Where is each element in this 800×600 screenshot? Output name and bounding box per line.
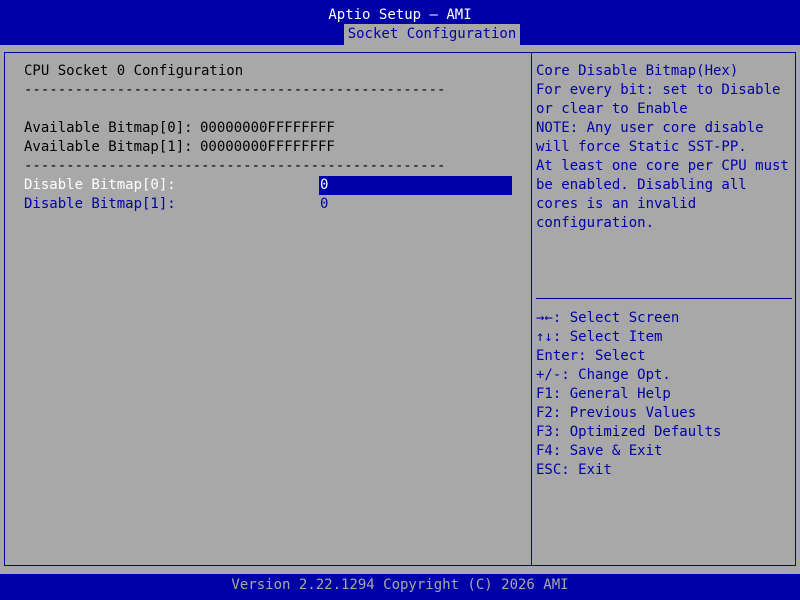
key-optimized-defaults: F3: Optimized Defaults bbox=[536, 424, 722, 440]
available-bitmap-0-value: 00000000FFFFFFFF bbox=[200, 120, 335, 136]
help-line-1: Core Disable Bitmap(Hex) bbox=[536, 63, 739, 79]
key-previous-values: F2: Previous Values bbox=[536, 405, 697, 421]
footer-bar: Version 2.22.1294 Copyright (C) 2026 AMI bbox=[0, 574, 800, 600]
header-bar: Aptio Setup – AMI Socket Configuration bbox=[0, 0, 800, 45]
help-line-6: At least one core per CPU must bbox=[536, 158, 789, 174]
key-select-screen: →←: Select Screen bbox=[536, 310, 680, 326]
separator-top: ----------------------------------------… bbox=[24, 82, 446, 98]
help-line-2: For every bit: set to Disable bbox=[536, 82, 781, 98]
key-general-help: F1: General Help bbox=[536, 386, 671, 402]
available-bitmap-1-label: Available Bitmap[1]: bbox=[24, 139, 193, 155]
available-bitmap-1-value: 00000000FFFFFFFF bbox=[200, 139, 335, 155]
disable-bitmap-0-label[interactable]: Disable Bitmap[0]: bbox=[24, 176, 176, 195]
disable-bitmap-1-value[interactable]: 0 bbox=[320, 195, 328, 214]
key-save-exit: F4: Save & Exit bbox=[536, 443, 663, 459]
panel-divider bbox=[531, 52, 532, 566]
app-title: Aptio Setup – AMI bbox=[328, 7, 472, 23]
help-line-9: configuration. bbox=[536, 215, 655, 231]
disable-bitmap-1-label[interactable]: Disable Bitmap[1]: bbox=[24, 195, 176, 214]
key-enter-select: Enter: Select bbox=[536, 348, 646, 364]
footer-version: Version 2.22.1294 Copyright (C) 2026 AMI bbox=[231, 577, 569, 593]
tab-socket-configuration[interactable]: Socket Configuration bbox=[344, 24, 520, 45]
help-divider bbox=[536, 298, 792, 299]
help-line-8: cores is an invalid bbox=[536, 196, 697, 212]
available-bitmap-0-label: Available Bitmap[0]: bbox=[24, 120, 193, 136]
help-line-7: be enabled. Disabling all bbox=[536, 177, 747, 193]
disable-bitmap-0-field[interactable]: 0 bbox=[319, 176, 512, 195]
bios-setup-screen: Aptio Setup – AMI Socket Configuration C… bbox=[0, 0, 800, 600]
key-change-opt: +/-: Change Opt. bbox=[536, 367, 671, 383]
help-line-5: will force Static SST-PP. bbox=[536, 139, 747, 155]
key-esc-exit: ESC: Exit bbox=[536, 462, 612, 478]
help-line-4: NOTE: Any user core disable bbox=[536, 120, 764, 136]
disable-bitmap-0-value[interactable]: 0 bbox=[320, 176, 328, 195]
help-line-3: or clear to Enable bbox=[536, 101, 688, 117]
section-title: CPU Socket 0 Configuration bbox=[24, 63, 244, 79]
key-select-item: ↑↓: Select Item bbox=[536, 329, 663, 345]
separator-bottom: ----------------------------------------… bbox=[24, 158, 446, 174]
